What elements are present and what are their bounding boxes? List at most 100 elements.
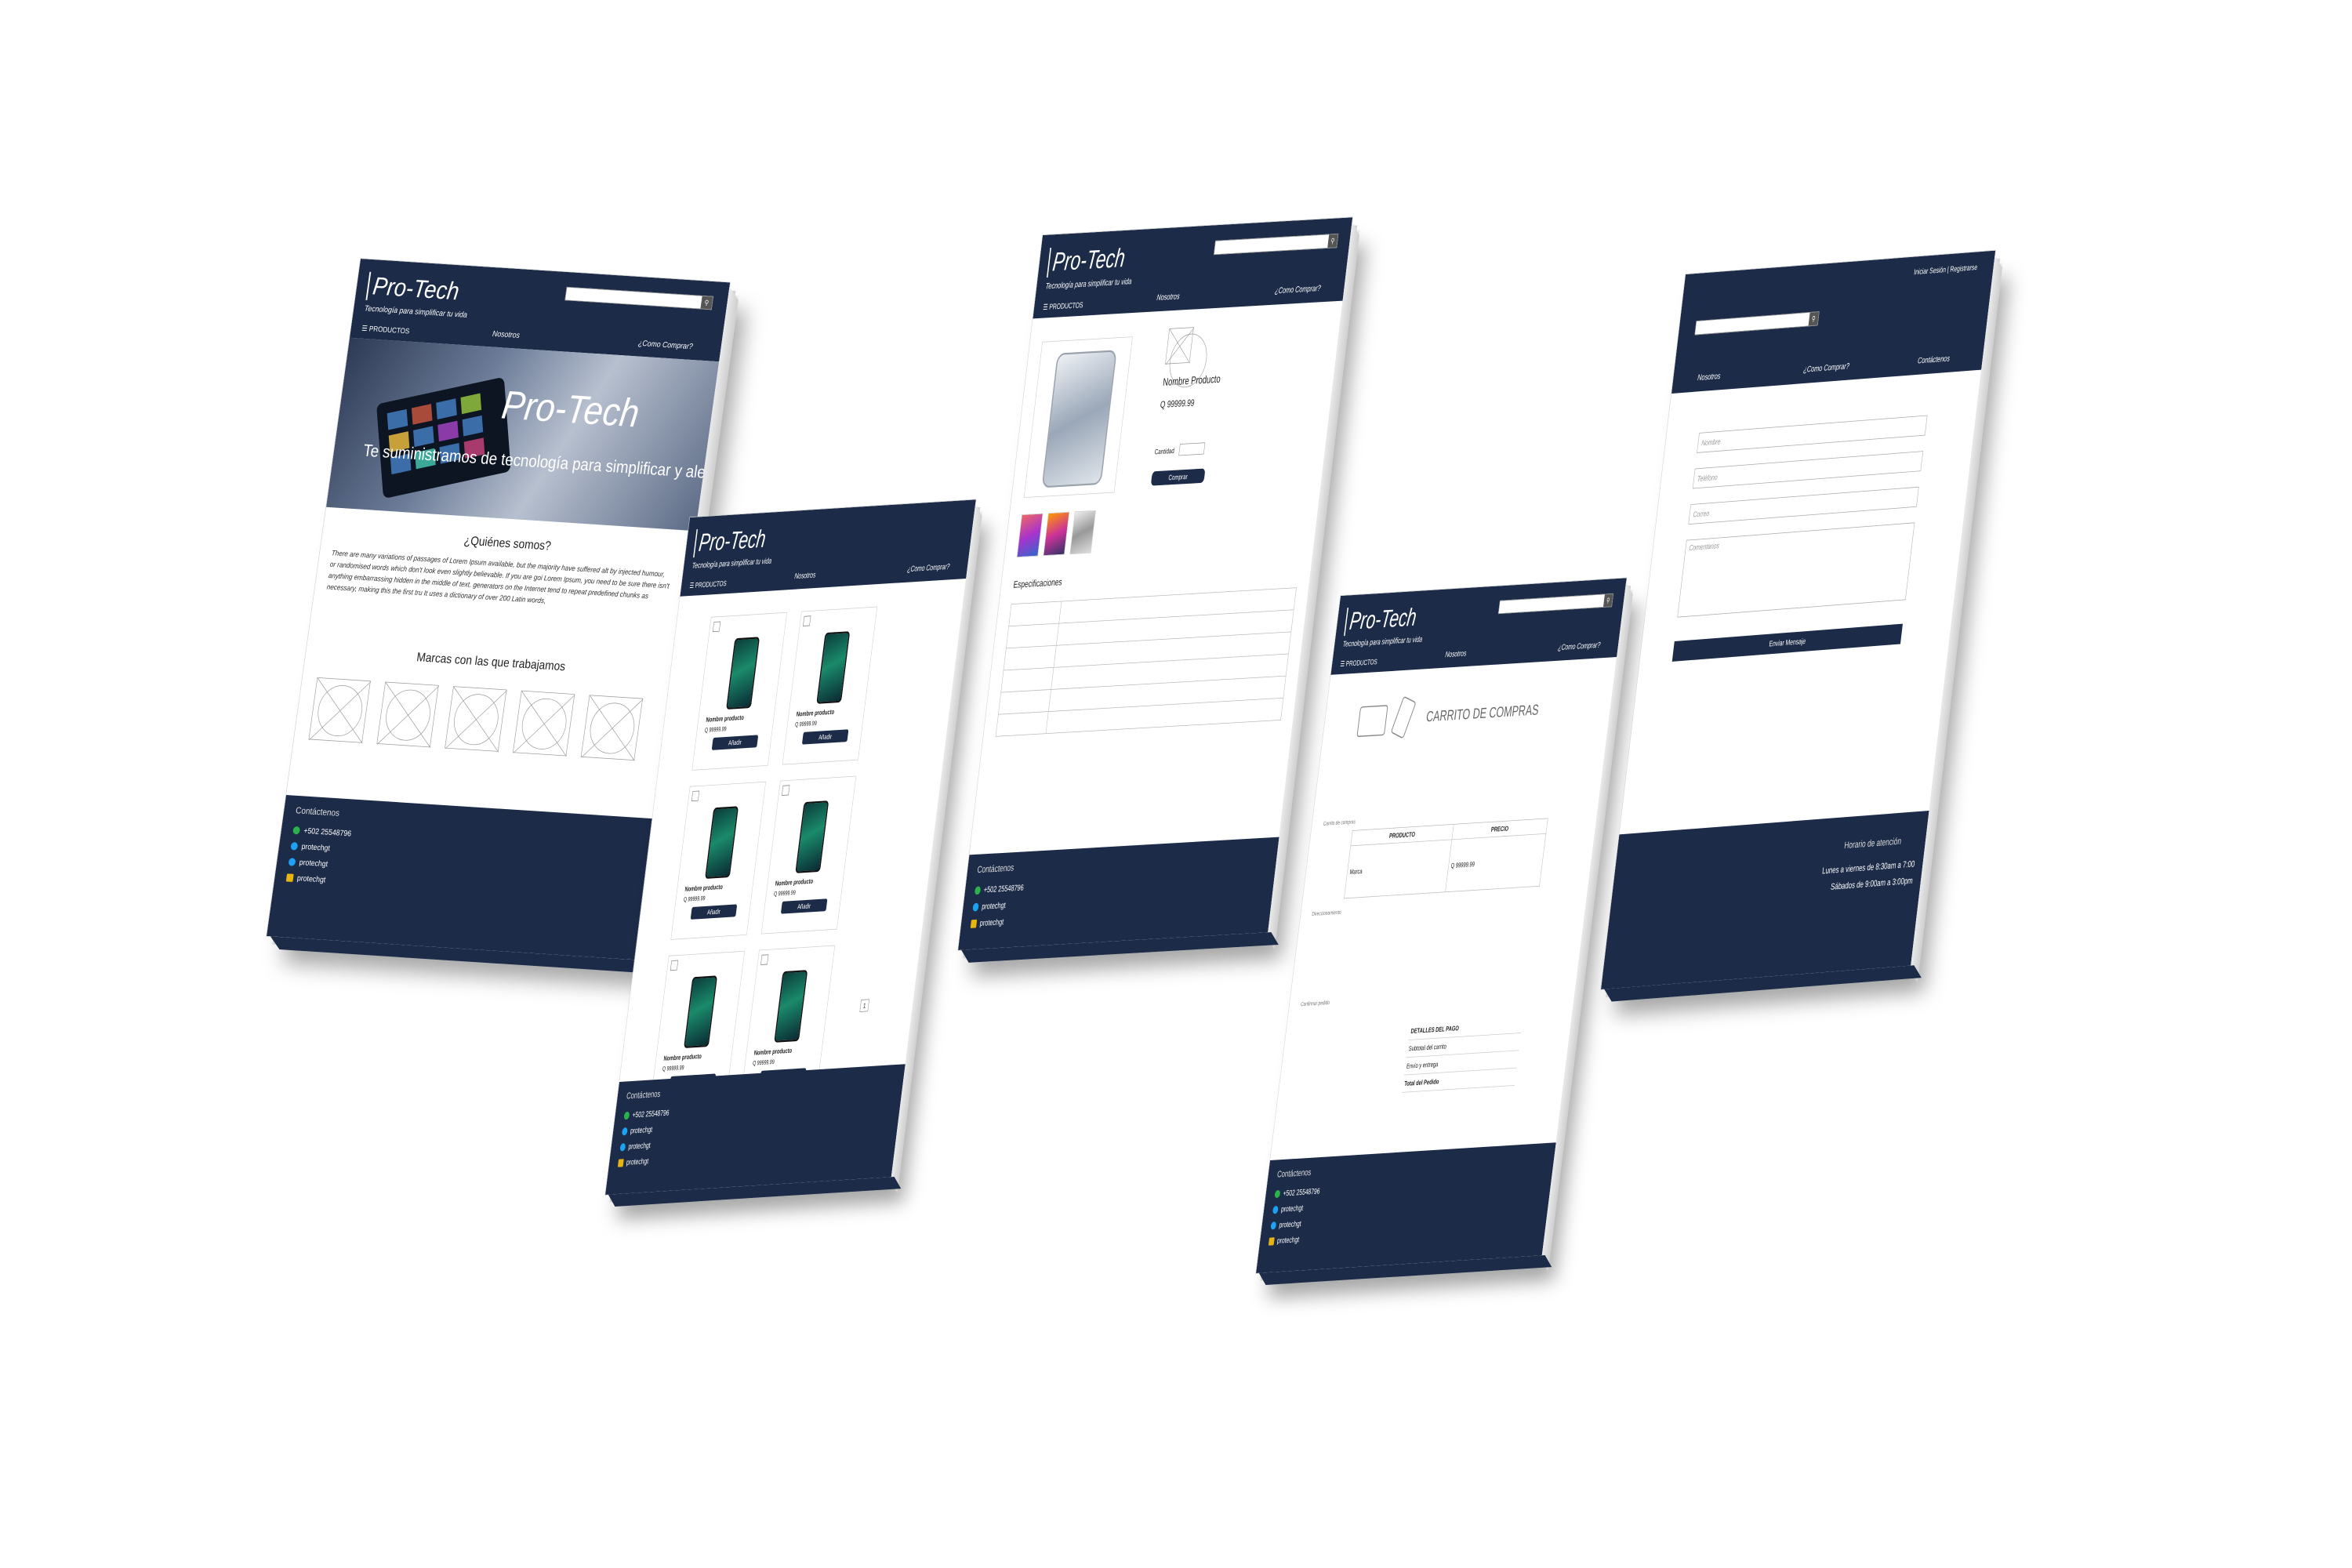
products-menu[interactable]: ☰ PRODUCTOS xyxy=(361,324,410,336)
search-icon[interactable]: ⚲ xyxy=(1602,593,1613,608)
checkout-step-2[interactable]: Direccionamiento xyxy=(1312,909,1341,917)
products-menu[interactable]: ☰ PRODUCTOS xyxy=(689,579,727,590)
product-card[interactable]: Nombre productoQ 99999.99Añadir xyxy=(760,775,857,935)
quantity-stepper[interactable] xyxy=(1178,442,1206,456)
nav-how-to-buy[interactable]: ¿Como Comprar? xyxy=(1275,283,1322,296)
search-input[interactable]: ⚲ xyxy=(1694,311,1820,336)
add-to-cart-button[interactable]: Añadir xyxy=(690,904,738,920)
footer-twitter-text: protechgt xyxy=(627,1140,652,1151)
product-thumbnail[interactable] xyxy=(1043,511,1070,557)
footer-whatsapp[interactable]: protechgt xyxy=(621,1124,653,1136)
nav-about[interactable]: Nosotros xyxy=(492,328,520,339)
nav-about[interactable]: Nosotros xyxy=(1445,648,1467,659)
cart-title: CARRITO DE COMPRAS xyxy=(1425,701,1541,725)
product-card[interactable]: Nombre productoQ 99999.99Añadir xyxy=(691,612,787,771)
site-header: Iniciar Sesión | Registrarse ⚲ Nosotros … xyxy=(1671,250,1996,394)
phone-image xyxy=(726,637,760,710)
add-to-cart-button[interactable]: Añadir xyxy=(711,735,759,750)
site-header: Pro-Tech Tecnología para simplificar tu … xyxy=(680,499,976,597)
search-icon[interactable]: ⚲ xyxy=(1808,311,1820,326)
compare-checkbox[interactable] xyxy=(691,790,700,802)
footer-email[interactable]: protechgt xyxy=(1268,1234,1300,1246)
search-input[interactable]: ⚲ xyxy=(1497,593,1614,615)
product-card[interactable]: Nombre productoQ 99999.99Añadir xyxy=(782,606,878,765)
whatsapp-icon xyxy=(623,1111,630,1120)
tablet-image xyxy=(376,376,511,499)
hours-weekdays: Lunes a viernes de 8:30am a 7:00 xyxy=(1821,858,1915,877)
footer-phone[interactable]: +502 25548796 xyxy=(1274,1186,1321,1199)
register-link[interactable]: Registrarse xyxy=(1950,263,1978,274)
footer-whatsapp[interactable]: protechgt xyxy=(972,900,1006,912)
compare-checkbox[interactable] xyxy=(712,621,721,633)
footer-phone[interactable]: +502 25548796 xyxy=(974,883,1024,895)
comments-field[interactable]: Comentarios xyxy=(1677,522,1915,618)
products-menu[interactable]: ☰ PRODUCTOS xyxy=(1043,300,1083,312)
footer-email[interactable]: protechgt xyxy=(970,916,1004,929)
phone-field[interactable]: Teléfono xyxy=(1692,451,1924,489)
page-cart: Pro-Tech Tecnología para simplificar tu … xyxy=(1255,577,1628,1274)
site-logo[interactable]: Pro-Tech xyxy=(1046,243,1127,278)
product-name: Nombre producto xyxy=(705,713,745,724)
compare-checkbox[interactable] xyxy=(760,954,769,965)
search-icon[interactable]: ⚲ xyxy=(1327,234,1338,249)
product-thumbnail[interactable] xyxy=(1069,510,1096,555)
footer-phone[interactable]: +502 25548796 xyxy=(623,1108,670,1120)
products-menu[interactable]: ☰ PRODUCTOS xyxy=(1340,657,1378,668)
footer-twitter-text: protechgt xyxy=(1278,1218,1302,1229)
footer-phone[interactable]: +502 25548796 xyxy=(292,825,352,838)
login-link[interactable]: Iniciar Sesión xyxy=(1914,265,1947,277)
footer-email-text: protechgt xyxy=(1276,1234,1300,1246)
compare-checkbox[interactable] xyxy=(782,785,790,796)
pagination-page[interactable]: 1 xyxy=(859,999,869,1012)
nav-how-to-buy[interactable]: ¿Como Comprar? xyxy=(1803,361,1850,374)
mockup-cart: Pro-Tech Tecnología para simplificar tu … xyxy=(1255,577,1633,1285)
products-menu-label: PRODUCTOS xyxy=(1048,300,1084,311)
nav-how-to-buy[interactable]: ¿Como Comprar? xyxy=(907,561,950,573)
checkout-step-3[interactable]: Confirmar pedido xyxy=(1301,1000,1330,1007)
compare-checkbox[interactable] xyxy=(803,615,811,626)
search-icon[interactable]: ⚲ xyxy=(700,296,713,310)
site-logo[interactable]: Pro-Tech xyxy=(365,271,461,307)
nav-how-to-buy[interactable]: ¿Como Comprar? xyxy=(637,338,693,350)
buy-button[interactable]: Comprar xyxy=(1150,468,1206,486)
site-footer: Contáctenos +502 25548796 protechgt prot… xyxy=(958,837,1279,950)
add-to-cart-button[interactable]: Añadir xyxy=(780,898,828,914)
search-input[interactable]: ⚲ xyxy=(564,286,713,310)
money-icon xyxy=(1356,705,1388,738)
footer-email-text: protechgt xyxy=(979,916,1004,928)
send-message-button[interactable]: Enviar Mensaje xyxy=(1671,623,1903,662)
brand-logo-placeholder xyxy=(308,677,372,744)
nav-how-to-buy[interactable]: ¿Como Comprar? xyxy=(1558,640,1601,652)
site-tagline: Tecnología para simplificar tu vida xyxy=(1044,276,1133,291)
add-to-cart-button[interactable]: Añadir xyxy=(801,729,849,745)
footer-twitter[interactable]: protechgt xyxy=(288,857,328,869)
brand-logo-placeholder xyxy=(376,681,440,748)
product-card[interactable]: Nombre productoQ 99999.99Añadir xyxy=(670,781,766,940)
site-logo[interactable]: Pro-Tech xyxy=(1344,603,1418,637)
products-menu-label: PRODUCTOS xyxy=(1345,657,1378,668)
footer-email[interactable]: protechgt xyxy=(617,1156,649,1167)
email-field[interactable]: Correo xyxy=(1688,486,1919,525)
footer-twitter[interactable]: protechgt xyxy=(619,1141,651,1152)
name-field[interactable]: Nombre xyxy=(1697,415,1928,453)
site-footer: Contáctenos +502 25548796 protechgt prot… xyxy=(267,795,656,960)
nav-about[interactable]: Nosotros xyxy=(794,570,816,580)
product-name: Nombre Producto xyxy=(1162,372,1221,388)
nav-contact[interactable]: Contáctenos xyxy=(1917,354,1950,365)
footer-twitter[interactable]: protechgt xyxy=(1270,1219,1301,1230)
product-price: Q 99999.99 xyxy=(683,895,706,904)
compare-checkbox[interactable] xyxy=(670,960,679,971)
specs-table xyxy=(996,587,1297,737)
footer-phone-text: +502 25548796 xyxy=(1282,1186,1321,1198)
product-thumbnail[interactable] xyxy=(1016,513,1044,558)
hours-saturday: Sábados de 9:00am a 3:00pm xyxy=(1830,875,1914,892)
site-logo[interactable]: Pro-Tech xyxy=(693,524,768,558)
search-input[interactable]: ⚲ xyxy=(1214,233,1339,256)
footer-whatsapp[interactable]: protechgt xyxy=(1272,1203,1304,1214)
brand-logo-placeholder xyxy=(580,695,644,761)
checkout-step-1[interactable]: Carrito de compras xyxy=(1323,819,1356,827)
nav-about[interactable]: Nosotros xyxy=(1156,291,1181,302)
footer-email[interactable]: protechgt xyxy=(285,873,326,884)
footer-whatsapp[interactable]: protechgt xyxy=(290,841,331,853)
nav-about[interactable]: Nosotros xyxy=(1697,371,1722,382)
